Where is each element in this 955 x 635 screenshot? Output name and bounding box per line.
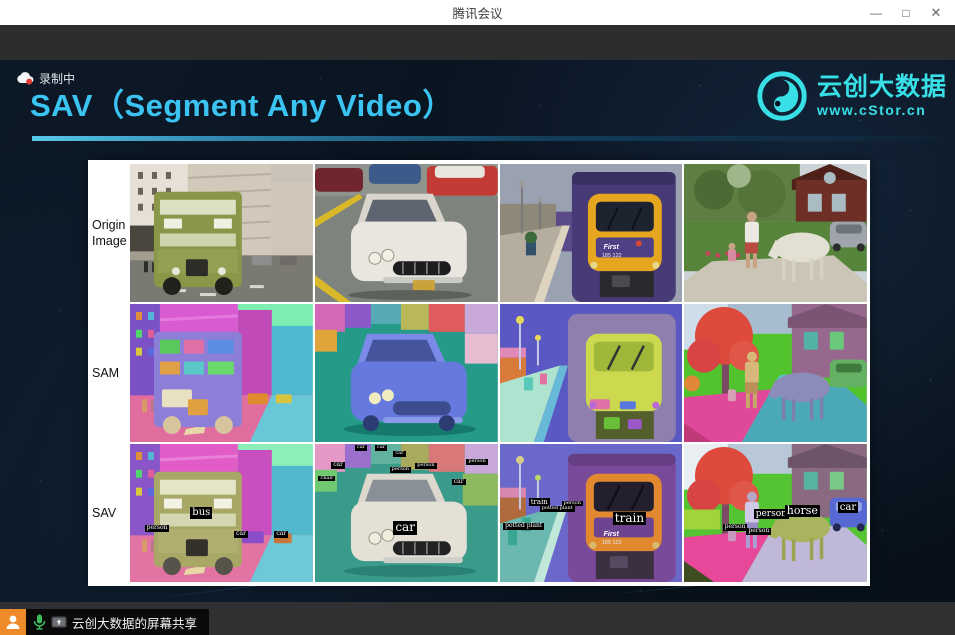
row-label-origin: Origin Image bbox=[91, 164, 128, 302]
segmentation-label: person bbox=[723, 524, 748, 531]
screen-share-icon bbox=[51, 616, 67, 629]
share-status-pill[interactable]: 云创大数据的屏幕共享 bbox=[26, 609, 209, 635]
logo-url: www.cStor.cn bbox=[817, 103, 947, 117]
segmentation-label: car bbox=[234, 531, 248, 538]
segmentation-label: car bbox=[355, 445, 367, 451]
sam-horse-image bbox=[684, 304, 867, 442]
cstor-swirl-icon bbox=[756, 70, 808, 122]
shared-screen-content: 录制中 SAV（Segment Any Video） 云创大数据 www.cSt… bbox=[0, 60, 955, 602]
comparison-panel: Origin Image bbox=[88, 160, 870, 586]
sav-train-image: First 185 122 trainpersonpotted plantpot… bbox=[500, 444, 683, 582]
slide-title: SAV（Segment Any Video） bbox=[30, 80, 454, 125]
train-brand-text: First bbox=[604, 531, 619, 538]
segmentation-label: person bbox=[746, 528, 771, 535]
minimize-button[interactable]: — bbox=[861, 0, 891, 25]
segmentation-label: car bbox=[331, 462, 345, 469]
row-label-sam: SAM bbox=[91, 304, 128, 442]
origin-horse-image bbox=[684, 164, 867, 302]
segmentation-label: car bbox=[452, 479, 466, 486]
row-label-sav: SAV bbox=[91, 444, 128, 582]
segmentation-label: car bbox=[274, 531, 288, 538]
starfield-decoration bbox=[0, 60, 1, 61]
origin-car-image bbox=[315, 164, 498, 302]
share-label: 云创大数据的屏幕共享 bbox=[72, 613, 197, 632]
segmentation-label: car bbox=[393, 451, 405, 457]
segmentation-label: person bbox=[390, 467, 411, 473]
origin-bus-image bbox=[130, 164, 313, 302]
sav-car-image: carcarcarcarchairpersonpersonpersoncarca… bbox=[315, 444, 498, 582]
sav-horse-image: personhorsecarpersonperson bbox=[684, 444, 867, 582]
window-titlebar: 腾讯会议 — □ ✕ bbox=[0, 0, 955, 25]
segmentation-label: person bbox=[145, 525, 170, 532]
segmentation-label: car bbox=[393, 521, 417, 535]
segmentation-label: potted plant bbox=[540, 506, 575, 512]
avatar-button[interactable] bbox=[0, 609, 26, 635]
segmentation-label: person bbox=[754, 509, 789, 519]
sam-car-image bbox=[315, 304, 498, 442]
window-title: 腾讯会议 bbox=[452, 3, 502, 22]
train-number-text: 185 122 bbox=[602, 254, 622, 260]
segmentation-label: person bbox=[466, 459, 487, 465]
bottom-share-bar: 云创大数据的屏幕共享 bbox=[0, 602, 955, 635]
cstor-logo: 云创大数据 www.cStor.cn bbox=[756, 70, 947, 122]
segmentation-label: chair bbox=[318, 476, 335, 482]
person-icon bbox=[4, 613, 22, 631]
sav-bus-image: person bus car car bbox=[130, 444, 313, 582]
segmentation-label: horse bbox=[785, 505, 820, 518]
sam-train-image bbox=[500, 304, 683, 442]
train-number-text: 185 122 bbox=[602, 541, 622, 547]
sam-bus-image bbox=[130, 304, 313, 442]
tencent-meeting-window: 腾讯会议 — □ ✕ 录制中 SAV（Segment Any Video） bbox=[0, 0, 955, 635]
segmentation-label: car bbox=[838, 502, 858, 514]
segmentation-label: train bbox=[613, 512, 646, 526]
train-brand-text: First bbox=[604, 244, 619, 251]
meeting-toolbar bbox=[0, 25, 955, 60]
logo-name: 云创大数据 bbox=[817, 75, 947, 100]
microphone-icon[interactable] bbox=[33, 614, 46, 630]
segmentation-label: person bbox=[415, 463, 436, 469]
origin-train-image: First 185 122 bbox=[500, 164, 683, 302]
title-underline bbox=[32, 136, 944, 141]
segmentation-label: car bbox=[375, 445, 387, 451]
close-button[interactable]: ✕ bbox=[921, 0, 951, 25]
segmentation-label: potted plant bbox=[503, 523, 544, 530]
maximize-button[interactable]: □ bbox=[891, 0, 921, 25]
segmentation-label: bus bbox=[190, 507, 212, 519]
